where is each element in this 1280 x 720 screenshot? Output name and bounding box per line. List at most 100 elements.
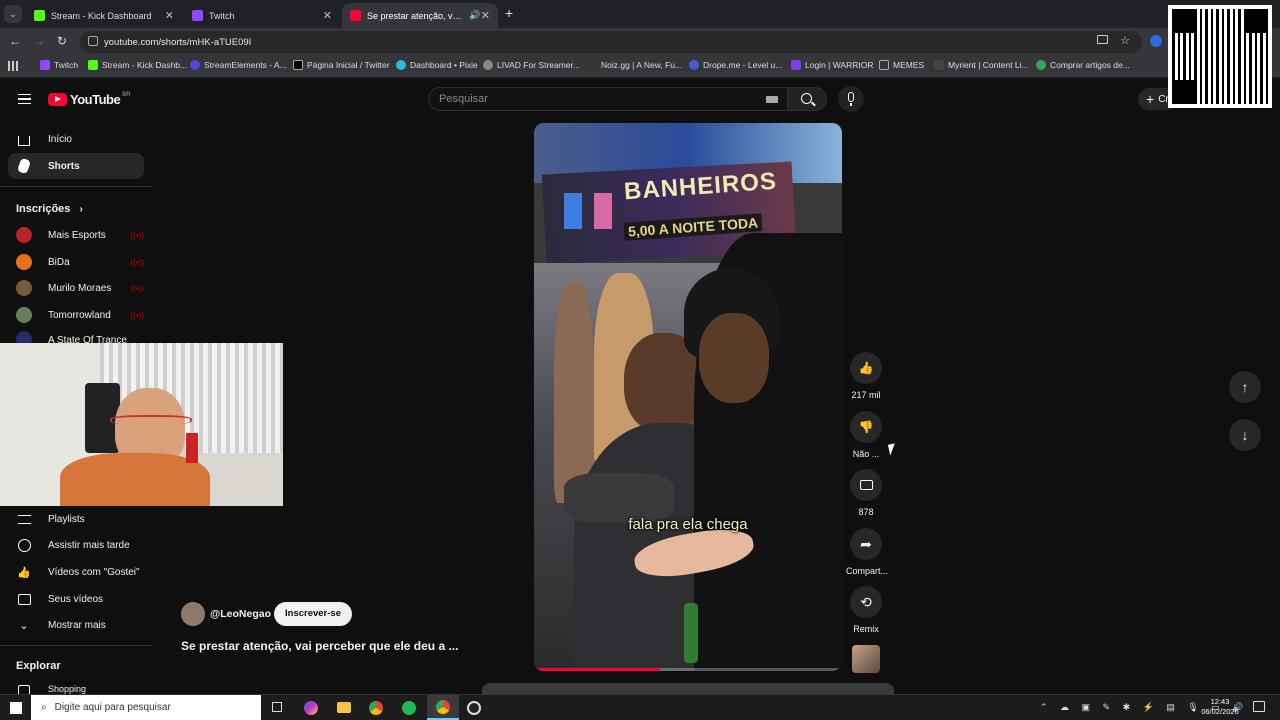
previous-short-button[interactable]: ↑ [1229, 371, 1261, 403]
subscriptions-heading[interactable]: Inscrições › [16, 203, 83, 215]
bookmark-item[interactable]: StreamElements - A... [190, 60, 287, 70]
pixie-icon [396, 60, 406, 70]
subscribe-button[interactable]: Inscrever-se [274, 602, 352, 626]
myrient-icon [934, 60, 944, 70]
windows-start-icon[interactable] [10, 702, 22, 714]
sidebar-item-shorts[interactable]: Shorts [8, 153, 144, 179]
bookmark-item[interactable]: Noiz.gg | A New, Fu... [587, 60, 682, 70]
tab-youtube-short[interactable]: Se prestar atenção, vai pere 🔊 ✕ [342, 3, 498, 28]
dislike-button[interactable]: 👎 Não ... [846, 411, 886, 459]
notification-icon[interactable] [1253, 701, 1265, 712]
bookmark-item[interactable]: Página Inicial / Twitter [293, 60, 390, 70]
subscription-channel[interactable]: BiDa ((•)) [16, 251, 144, 273]
sidebar-item-watch-later[interactable]: Assistir mais tarde [8, 532, 144, 558]
avatar [16, 331, 32, 343]
arrow-down-icon: ↓ [1241, 427, 1249, 443]
search-input[interactable]: Pesquisar [428, 87, 788, 111]
live-icon: ((•)) [130, 310, 144, 320]
install-app-icon[interactable] [1097, 35, 1108, 44]
address-bar[interactable]: youtube.com/shorts/mHK-aTUE09I ☆ [80, 31, 1142, 53]
video-caption: fala pra ela chega [628, 516, 748, 533]
share-button[interactable]: ➦ Compart... [846, 528, 888, 576]
obs-icon[interactable] [467, 701, 481, 715]
close-icon[interactable]: ✕ [165, 9, 174, 22]
remix-button[interactable]: ⟲ Remix [846, 586, 886, 634]
subscription-channel[interactable]: Tomorrowland ((•)) [16, 304, 144, 326]
reload-icon[interactable]: ↻ [57, 34, 67, 48]
bookmark-folder[interactable]: MEMES [879, 60, 924, 70]
bookmark-item[interactable]: Drope.me - Level u... [689, 60, 782, 70]
sidebar-item-your-videos[interactable]: Seus vídeos [8, 586, 144, 612]
channel-avatar[interactable] [181, 602, 205, 626]
bookmark-item[interactable]: Login | WARRIOR [791, 60, 874, 70]
chrome-icon[interactable] [369, 701, 383, 715]
short-title[interactable]: Se prestar atenção, vai perceber que ele… [181, 639, 458, 653]
bookmark-item[interactable]: Myrient | Content Li... [934, 60, 1029, 70]
avatar [16, 280, 32, 296]
livad-icon [483, 60, 493, 70]
youtube-logo[interactable]: YouTube BR [48, 92, 131, 107]
search-button[interactable] [787, 87, 827, 111]
video-progress-track[interactable] [534, 668, 842, 671]
task-view-icon[interactable] [272, 702, 282, 712]
home-icon [16, 131, 32, 147]
apps-grid-icon[interactable] [8, 61, 18, 71]
keyboard-icon[interactable] [766, 96, 778, 103]
live-icon: ((•)) [130, 230, 144, 240]
sidebar-divider [0, 186, 152, 187]
shopping-bag-icon [16, 680, 32, 694]
sidebar-item-shopping[interactable]: Shopping [8, 680, 144, 694]
subscription-channel[interactable]: A State Of Trance [16, 331, 144, 343]
next-short-preview[interactable] [482, 683, 894, 694]
tab-kick-dashboard[interactable]: Stream - Kick Dashboard ✕ [26, 3, 182, 28]
sound-thumbnail[interactable] [852, 645, 880, 673]
tab-search-dropdown[interactable]: ⌄ [4, 5, 22, 23]
next-short-button[interactable]: ↓ [1229, 419, 1261, 451]
chrome-active-icon[interactable] [427, 695, 459, 720]
thumbs-up-icon: 👍 [850, 352, 882, 384]
taskbar-search-box[interactable]: ⌕ Digite aqui para pesquisar [31, 695, 261, 720]
sidebar-item-playlists[interactable]: Playlists [8, 506, 144, 532]
new-tab-button[interactable]: + [505, 5, 513, 21]
comments-button[interactable]: 878 [846, 469, 886, 517]
bookmark-item[interactable]: Dashboard • Pixie [396, 60, 478, 70]
site-info-icon[interactable] [88, 36, 98, 46]
subscription-channel[interactable]: Murilo Moraes ((•)) [16, 277, 144, 299]
spotify-icon[interactable] [402, 701, 416, 715]
extension-icon[interactable] [1150, 35, 1162, 47]
share-icon: ➦ [850, 528, 882, 560]
sidebar-item-show-more[interactable]: ⌄ Mostrar mais [8, 612, 144, 638]
short-video-player[interactable]: BANHEIROS 5,00 A NOITE TODA fala pra ela… [534, 123, 842, 671]
plus-icon: + [1146, 91, 1155, 107]
bookmark-item[interactable]: Stream - Kick Dashb... [88, 60, 187, 70]
bookmark-item[interactable]: LIVAD For Streamer... [483, 60, 580, 70]
like-button[interactable]: 👍 217 mil [846, 352, 886, 400]
bookmarks-bar: Twitch Stream - Kick Dashb... StreamElem… [0, 56, 1280, 78]
avatar [16, 254, 32, 270]
sidebar-item-liked-videos[interactable]: 👍 Vídeos com "Gostei" [8, 559, 144, 585]
back-icon[interactable]: ← [9, 34, 21, 48]
forward-icon[interactable]: → [33, 34, 45, 48]
avatar [16, 307, 32, 323]
audio-playing-icon[interactable]: 🔊 [469, 10, 480, 21]
bookmark-star-icon[interactable]: ☆ [1120, 34, 1130, 47]
subscription-channel[interactable]: Mais Esports ((•)) [16, 224, 144, 246]
menu-icon[interactable] [18, 94, 31, 104]
close-icon[interactable]: ✕ [323, 9, 332, 22]
copilot-icon[interactable] [304, 701, 318, 715]
tab-twitch[interactable]: Twitch ✕ [184, 3, 340, 28]
shorts-icon [16, 157, 32, 175]
clock[interactable]: 12:43 06/02/2026 [1196, 697, 1244, 717]
twitch-icon [192, 10, 203, 21]
file-explorer-icon[interactable] [337, 702, 351, 713]
channel-name[interactable]: @LeoNegao [210, 608, 271, 620]
kick-icon [34, 10, 45, 21]
voice-search-button[interactable] [838, 86, 864, 112]
bookmark-item[interactable]: Comprar artigos de... [1036, 60, 1130, 70]
bookmark-item[interactable]: Twitch [40, 60, 78, 70]
close-icon[interactable]: ✕ [481, 9, 490, 22]
twitch-icon [40, 60, 50, 70]
sidebar-item-home[interactable]: Início [8, 126, 144, 152]
avatar [16, 227, 32, 243]
streamelements-icon [190, 60, 200, 70]
